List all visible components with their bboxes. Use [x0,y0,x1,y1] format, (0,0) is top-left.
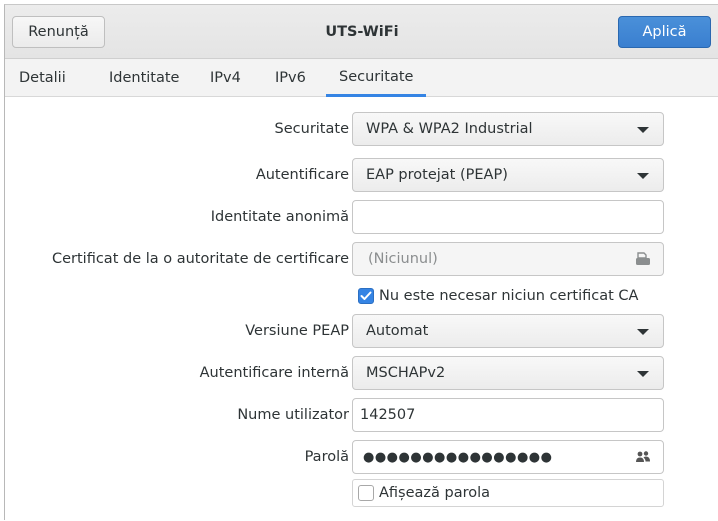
tab-ipv4[interactable]: IPv4 [208,59,243,97]
ca-certificate-label: Certificat de la o autoritate de certifi… [51,251,349,267]
ca-certificate-chooser: (Niciunul) [352,242,664,276]
tab-ipv6[interactable]: IPv6 [273,59,308,97]
dialog-title: UTS-WiFi [325,24,399,40]
security-combo-value: WPA & WPA2 Industrial [366,121,533,137]
peap-version-value: Automat [366,323,429,339]
tab-details[interactable]: Detalii [17,59,68,97]
no-ca-required-checkbox[interactable] [358,288,374,304]
show-password-checkbox-row[interactable]: Afișează parola [358,483,490,503]
ca-certificate-value: (Niciunul) [368,251,438,267]
users-icon[interactable] [635,450,651,468]
security-label: Securitate [274,121,349,137]
anonymous-identity-label: Identitate anonimă [210,209,349,225]
authentication-combo[interactable]: EAP protejat (PEAP) [352,158,664,192]
tab-identity[interactable]: Identitate [107,59,181,97]
username-field[interactable]: 142507 [352,398,664,432]
authentication-label: Autentificare [255,167,349,183]
peap-version-label: Versiune PEAP [245,323,349,339]
password-label: Parolă [304,449,349,465]
inner-auth-label: Autentificare internă [199,365,349,381]
apply-button[interactable]: Aplică [618,16,711,48]
cancel-button[interactable]: Renunță [12,16,105,48]
peap-version-combo[interactable]: Automat [352,314,664,348]
network-settings-dialog: Renunță UTS-WiFi Aplică Detalii Identita… [4,4,718,521]
chevron-down-icon [637,371,649,377]
security-combo[interactable]: WPA & WPA2 Industrial [352,112,664,146]
show-password-checkbox[interactable] [358,485,374,501]
chevron-down-icon [637,127,649,133]
password-field[interactable]: ●●●●●●●●●●●●●●●● [352,440,664,474]
document-open-icon [635,252,651,270]
inner-auth-combo[interactable]: MSCHAPv2 [352,356,664,390]
show-password-label: Afișează parola [379,485,491,501]
chevron-down-icon [637,329,649,335]
header-bar: Renunță UTS-WiFi Aplică [5,5,718,59]
username-label: Nume utilizator [237,407,349,423]
inner-auth-value: MSCHAPv2 [366,365,446,381]
authentication-combo-value: EAP protejat (PEAP) [366,167,508,183]
security-form: Securitate WPA & WPA2 Industrial Autenti… [5,97,718,521]
tab-security[interactable]: Securitate [326,59,427,97]
checkmark-icon [360,291,372,300]
anonymous-identity-field[interactable] [352,200,664,234]
password-value: ●●●●●●●●●●●●●●●● [363,449,553,465]
tab-bar: Detalii Identitate IPv4 IPv6 Securitate [5,59,718,97]
no-ca-required-label: Nu este necesar niciun certificat CA [379,288,639,304]
chevron-down-icon [637,173,649,179]
no-ca-required-checkbox-row[interactable]: Nu este necesar niciun certificat CA [358,286,638,306]
